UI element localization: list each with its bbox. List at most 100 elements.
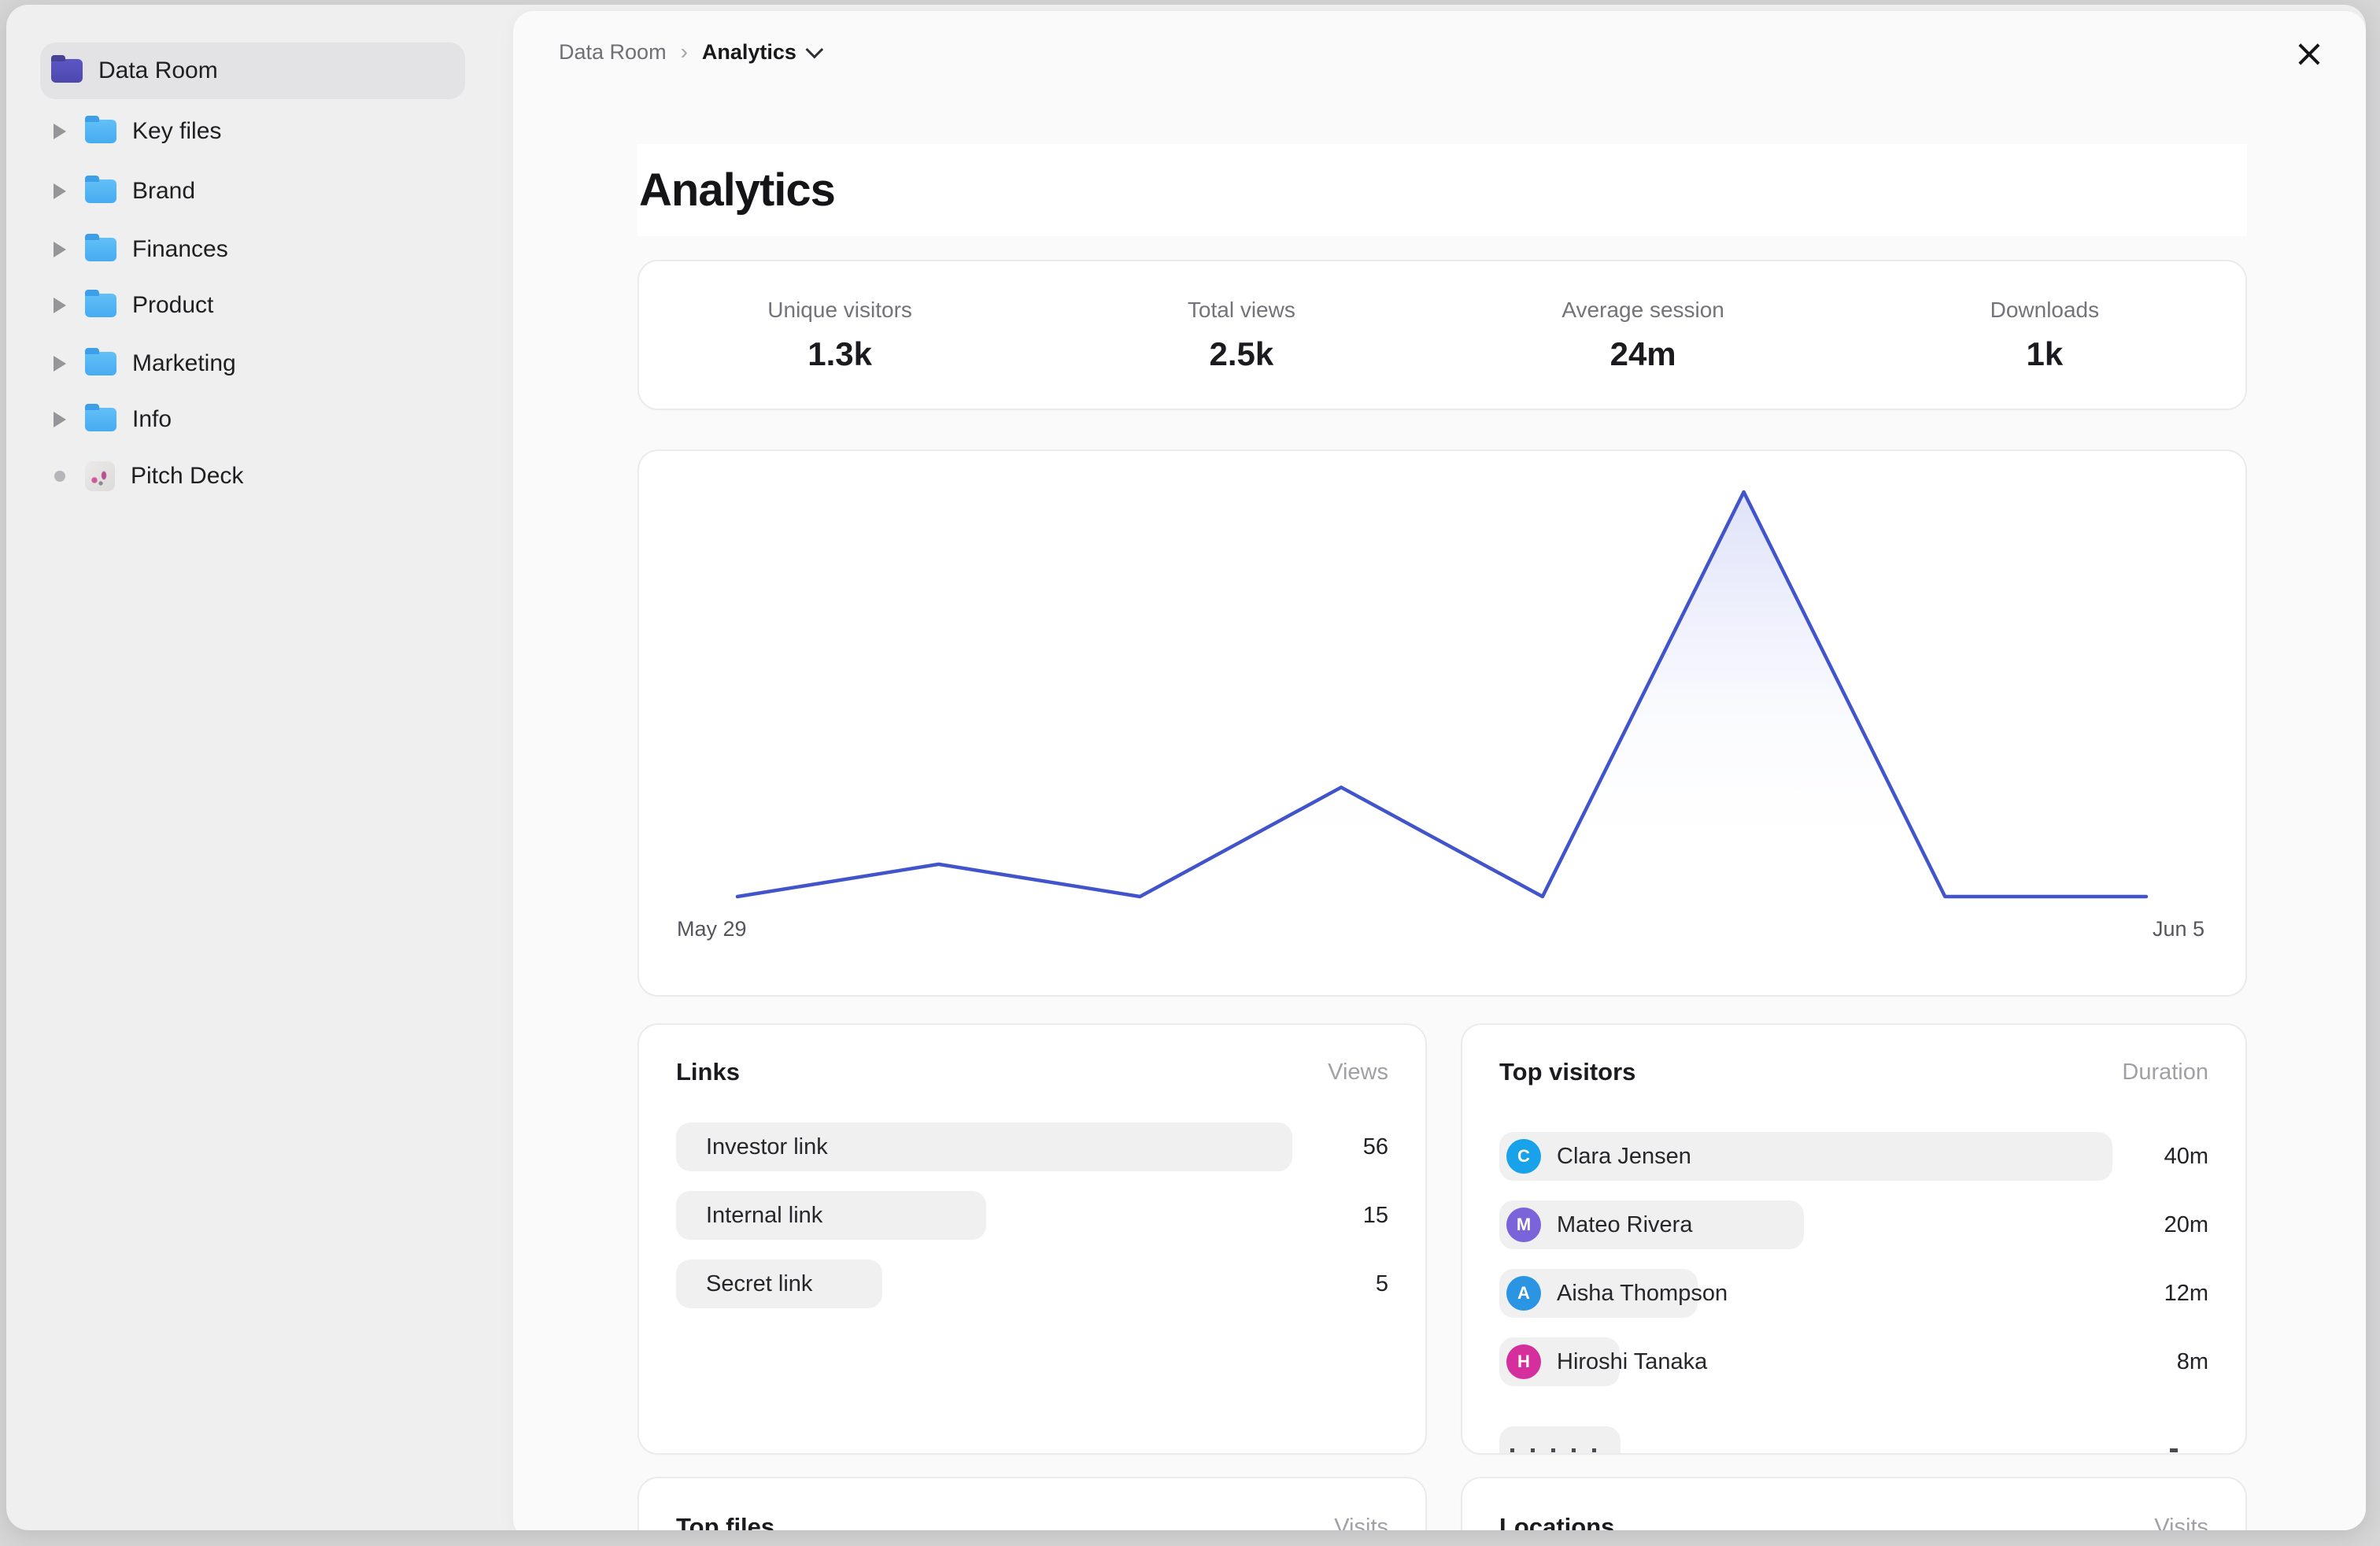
sidebar-item-label: Data Room <box>98 57 218 84</box>
visitor-duration: 8m <box>2177 1337 2208 1386</box>
document-thumbnail-icon <box>85 461 115 491</box>
sidebar-item-marketing[interactable]: Marketing <box>52 337 236 390</box>
disclosure-triangle-icon[interactable] <box>52 242 68 257</box>
link-row-secret[interactable]: Secret link 5 <box>676 1259 1388 1308</box>
visits-column-header: Visits <box>2154 1515 2208 1531</box>
disclosure-triangle-icon[interactable] <box>52 298 68 313</box>
sidebar: Data Room Key files Brand Finances Produ… <box>6 5 513 1530</box>
link-label: Internal link <box>706 1203 822 1229</box>
visitor-name: Aisha Thompson <box>1557 1281 1728 1307</box>
breadcrumb-separator: › <box>681 39 688 65</box>
links-card: Links Views Investor link 56 Internal li… <box>638 1023 1427 1455</box>
links-rows: Investor link 56 Internal link 15 Secret… <box>676 1123 1388 1308</box>
sidebar-item-label: Key files <box>132 118 221 145</box>
chart-area-fill <box>737 492 2146 897</box>
sidebar-item-label: Pitch Deck <box>131 463 243 490</box>
locations-card-header: Locations Visits <box>1499 1513 2208 1530</box>
visitor-bar[interactable]: C Clara Jensen <box>1499 1132 2112 1181</box>
stat-value: 1k <box>2027 335 2064 373</box>
sidebar-item-key-files[interactable]: Key files <box>52 105 221 158</box>
disclosure-triangle-icon[interactable] <box>52 356 68 372</box>
visitor-row-mateo-rivera[interactable]: M Mateo Rivera 20m <box>1499 1200 2208 1249</box>
chart-line <box>737 492 2146 897</box>
link-row-investor[interactable]: Investor link 56 <box>676 1123 1388 1171</box>
stat-average-session: Average session 24m <box>1443 298 1844 373</box>
breadcrumb-parent[interactable]: Data Room <box>559 40 667 65</box>
folder-icon <box>85 408 116 431</box>
link-bar[interactable]: Internal link <box>676 1191 986 1240</box>
clipped-text-fragment <box>1510 1448 1613 1452</box>
links-card-title: Links <box>676 1058 740 1086</box>
visitor-row-aisha-thompson[interactable]: A Aisha Thompson 12m <box>1499 1269 2208 1318</box>
sidebar-item-finances[interactable]: Finances <box>52 223 228 276</box>
link-label: Investor link <box>706 1134 828 1160</box>
stat-total-views: Total views 2.5k <box>1040 298 1442 373</box>
folder-icon <box>85 352 116 375</box>
link-views-value: 15 <box>1363 1191 1388 1240</box>
stat-value: 1.3k <box>808 335 872 373</box>
x-axis-label-start: May 29 <box>677 917 747 941</box>
visitor-name: Clara Jensen <box>1557 1144 1691 1170</box>
bullet-dot-icon <box>52 471 68 482</box>
sidebar-item-info[interactable]: Info <box>52 393 172 446</box>
chevron-down-icon <box>805 41 823 59</box>
link-bar[interactable]: Investor link <box>676 1123 1292 1171</box>
disclosure-triangle-icon[interactable] <box>52 183 68 199</box>
views-column-header: Views <box>1328 1060 1388 1086</box>
visitor-duration: 20m <box>2164 1200 2208 1249</box>
visitor-name: Mateo Rivera <box>1557 1212 1692 1238</box>
stat-label: Average session <box>1561 298 1724 323</box>
visitor-row-hiroshi-tanaka[interactable]: H Hiroshi Tanaka 8m <box>1499 1337 2208 1386</box>
breadcrumb-current[interactable]: Analytics <box>702 40 819 65</box>
locations-card-title: Locations <box>1499 1513 1614 1530</box>
visitor-row-clipped[interactable] <box>1499 1426 2212 1455</box>
sidebar-item-label: Product <box>132 292 213 319</box>
stats-card: Unique visitors 1.3k Total views 2.5k Av… <box>638 260 2247 410</box>
visitor-duration: 40m <box>2164 1132 2208 1181</box>
avatar: C <box>1506 1139 1541 1174</box>
stat-label: Downloads <box>1990 298 2100 323</box>
sidebar-item-label: Marketing <box>132 350 236 377</box>
link-label: Secret link <box>706 1271 812 1297</box>
sidebar-item-pitch-deck[interactable]: Pitch Deck <box>52 449 243 503</box>
link-bar[interactable]: Secret link <box>676 1259 882 1308</box>
disclosure-triangle-icon[interactable] <box>52 412 68 427</box>
visitor-bar[interactable]: M Mateo Rivera <box>1499 1200 1804 1249</box>
visitor-rows: C Clara Jensen 40m M Mateo Rivera 20m A <box>1499 1132 2208 1386</box>
folder-icon <box>85 120 116 143</box>
top-files-card: Top files Visits <box>638 1477 1427 1530</box>
visitors-card-header: Top visitors Duration <box>1499 1058 2208 1086</box>
links-card-header: Links Views <box>676 1058 1388 1086</box>
views-chart[interactable] <box>639 451 2245 995</box>
stat-unique-visitors: Unique visitors 1.3k <box>639 298 1040 373</box>
breadcrumb-current-label: Analytics <box>702 40 796 65</box>
visitor-duration: 12m <box>2164 1269 2208 1318</box>
avatar: A <box>1506 1276 1541 1311</box>
sidebar-item-brand[interactable]: Brand <box>52 165 195 218</box>
disclosure-triangle-icon[interactable] <box>52 124 68 139</box>
sidebar-item-product[interactable]: Product <box>52 279 213 332</box>
visitor-row-clara-jensen[interactable]: C Clara Jensen 40m <box>1499 1132 2208 1181</box>
files-card-title: Top files <box>676 1513 774 1530</box>
folder-icon <box>85 294 116 317</box>
link-row-internal[interactable]: Internal link 15 <box>676 1191 1388 1240</box>
visitor-bar[interactable]: H Hiroshi Tanaka <box>1499 1337 1620 1386</box>
app-window: Data Room Key files Brand Finances Produ… <box>6 5 2366 1530</box>
locations-card: Locations Visits <box>1461 1477 2247 1530</box>
stat-label: Total views <box>1188 298 1295 323</box>
link-views-value: 56 <box>1363 1123 1388 1171</box>
stat-value: 2.5k <box>1210 335 1274 373</box>
sidebar-item-data-room[interactable]: Data Room <box>40 43 465 99</box>
stat-label: Unique visitors <box>767 298 912 323</box>
sidebar-item-label: Info <box>132 406 172 433</box>
folder-icon <box>51 59 83 83</box>
breadcrumb: Data Room › Analytics <box>559 39 819 65</box>
visitor-bar[interactable]: A Aisha Thompson <box>1499 1269 1698 1318</box>
close-button[interactable]: × <box>2287 31 2331 76</box>
files-card-header: Top files Visits <box>676 1513 1388 1530</box>
duration-column-header: Duration <box>2122 1060 2208 1086</box>
visitors-card-title: Top visitors <box>1499 1058 1635 1086</box>
link-views-value: 5 <box>1376 1259 1388 1308</box>
views-chart-card: May 29 Jun 5 <box>638 449 2247 997</box>
page-title: Analytics <box>639 164 835 216</box>
